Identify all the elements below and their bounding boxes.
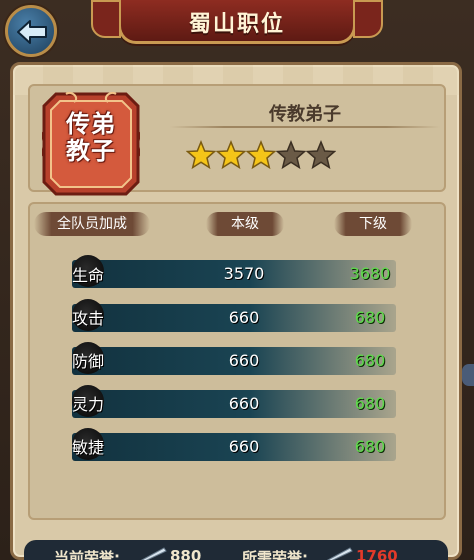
back-arrow-icon bbox=[17, 20, 47, 44]
stat-current-value: 660 bbox=[228, 437, 260, 456]
star-empty-icon bbox=[276, 140, 306, 170]
stat-label: 防御 bbox=[72, 352, 105, 371]
stat-current-value: 660 bbox=[228, 394, 260, 413]
stat-current-value: 660 bbox=[228, 351, 260, 370]
stat-current-value: 3570 bbox=[223, 264, 265, 283]
header-next-level: 下级 bbox=[334, 212, 412, 236]
star-filled-icon bbox=[246, 140, 276, 170]
stat-next-value: 3680 bbox=[349, 264, 391, 283]
stat-current-value: 660 bbox=[228, 308, 260, 327]
rank-divider bbox=[170, 126, 440, 128]
emblem-text-line: 传弟 教子 bbox=[66, 109, 116, 165]
header-current-level: 本级 bbox=[206, 212, 284, 236]
star-filled-icon bbox=[186, 140, 216, 170]
required-honor-label: 所需荣誉: bbox=[242, 549, 308, 560]
required-honor-value: 1760 bbox=[356, 547, 398, 560]
stat-label: 敏捷 bbox=[72, 438, 105, 457]
stat-next-value: 680 bbox=[354, 394, 386, 413]
stat-next-value: 680 bbox=[354, 437, 386, 456]
header-team-bonus: 全队员加成 bbox=[34, 212, 150, 236]
stat-label: 灵力 bbox=[72, 395, 105, 414]
page-title: 蜀山职位 bbox=[188, 12, 285, 37]
stat-next-value: 680 bbox=[354, 308, 386, 327]
back-button[interactable] bbox=[5, 5, 57, 57]
rank-name: 传教弟子 bbox=[269, 104, 341, 125]
title-banner: 蜀山职位 bbox=[91, 0, 383, 44]
quill-icon bbox=[326, 547, 353, 560]
rank-emblem: 传弟 教子 bbox=[42, 92, 140, 196]
current-honor-value: 880 bbox=[170, 547, 202, 560]
stat-next-value: 680 bbox=[354, 351, 386, 370]
stat-label: 攻击 bbox=[72, 309, 105, 328]
star-empty-icon bbox=[306, 140, 336, 170]
stat-label: 生命 bbox=[72, 266, 105, 285]
quill-icon bbox=[140, 547, 167, 560]
side-tab[interactable] bbox=[462, 364, 474, 386]
emblem-text: 传弟 教子 bbox=[42, 110, 140, 164]
star-filled-icon bbox=[216, 140, 246, 170]
current-honor-label: 当前荣誉: bbox=[54, 549, 120, 560]
